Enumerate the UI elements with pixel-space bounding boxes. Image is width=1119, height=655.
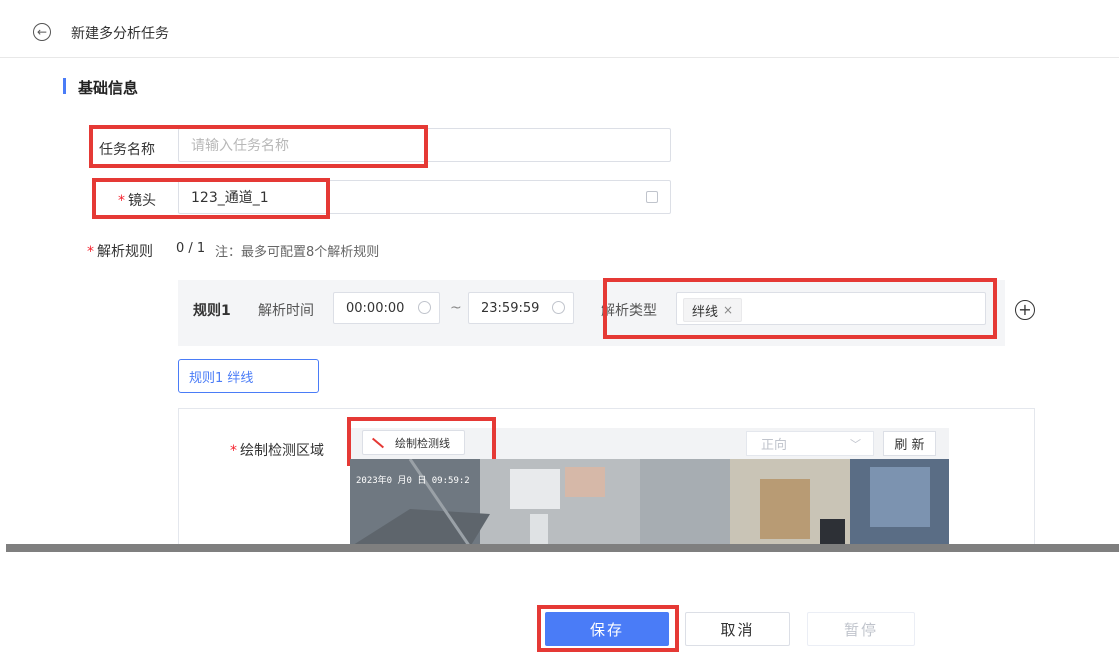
tag-close-icon[interactable]: × xyxy=(723,303,733,317)
rules-label-text: 解析规则 xyxy=(97,244,153,260)
end-time-value: 23:59:59 xyxy=(481,300,540,316)
rule-name: 规则1 xyxy=(193,303,231,319)
draw-line-icon xyxy=(371,437,385,448)
camera-value: 123_通道_1 xyxy=(191,190,269,206)
task-name-placeholder: 请输入任务名称 xyxy=(191,138,289,154)
select-camera-icon[interactable] xyxy=(646,191,658,203)
pause-button[interactable]: 暂停 xyxy=(807,612,915,646)
camera-preview-image[interactable]: 2023年0 月0 日 09:59:2 xyxy=(350,459,949,547)
plus-circle-icon[interactable]: + xyxy=(1015,300,1035,320)
required-mark: * xyxy=(118,193,125,209)
rules-count: 0 / 1 xyxy=(176,241,206,256)
required-mark: * xyxy=(87,244,94,260)
time-separator: ~ xyxy=(450,300,462,316)
direction-select[interactable]: 正向 ﹀ xyxy=(746,431,874,456)
type-tag: 绊线 × xyxy=(683,298,743,322)
time-label: 解析时间 xyxy=(258,303,314,319)
draw-line-label: 绘制检测线 xyxy=(395,436,450,450)
save-button[interactable]: 保存 xyxy=(545,612,669,646)
type-label: 解析类型 xyxy=(601,303,657,319)
horizontal-scrollbar[interactable] xyxy=(6,544,1119,552)
clock-icon xyxy=(552,301,565,314)
page-header: ← 新建多分析任务 xyxy=(0,0,1119,58)
draw-area-label: * 绘制检测区域 xyxy=(230,440,324,460)
end-time-input[interactable]: 23:59:59 xyxy=(468,292,574,324)
page-title: 新建多分析任务 xyxy=(71,26,169,42)
rules-label: * 解析规则 xyxy=(87,241,153,261)
tab-rule-1[interactable]: 规则1 绊线 xyxy=(178,359,319,393)
section-title: 基础信息 xyxy=(78,79,139,97)
start-time-value: 00:00:00 xyxy=(346,300,405,316)
back-arrow-icon[interactable]: ← xyxy=(33,23,51,41)
type-tag-label: 绊线 xyxy=(692,304,719,320)
refresh-button[interactable]: 刷 新 xyxy=(883,431,936,456)
section-accent-bar xyxy=(63,78,66,94)
camera-input[interactable]: 123_通道_1 xyxy=(178,180,671,214)
rules-note: 注：最多可配置8个解析规则 xyxy=(215,245,380,260)
task-name-label: 任务名称 xyxy=(99,142,155,158)
required-mark: * xyxy=(230,443,237,459)
video-timestamp: 2023年0 月0 日 09:59:2 xyxy=(356,476,470,486)
cancel-button[interactable]: 取消 xyxy=(685,612,790,646)
camera-label-text: 镜头 xyxy=(128,193,156,209)
draw-area-label-text: 绘制检测区域 xyxy=(240,443,324,459)
task-name-input[interactable]: 请输入任务名称 xyxy=(178,128,671,162)
start-time-input[interactable]: 00:00:00 xyxy=(333,292,440,324)
draw-line-button[interactable]: 绘制检测线 xyxy=(362,430,465,455)
clock-icon xyxy=(418,301,431,314)
direction-value: 正向 xyxy=(761,438,788,453)
camera-label: * 镜头 xyxy=(118,190,156,210)
chevron-down-icon: ﹀ xyxy=(850,438,861,451)
